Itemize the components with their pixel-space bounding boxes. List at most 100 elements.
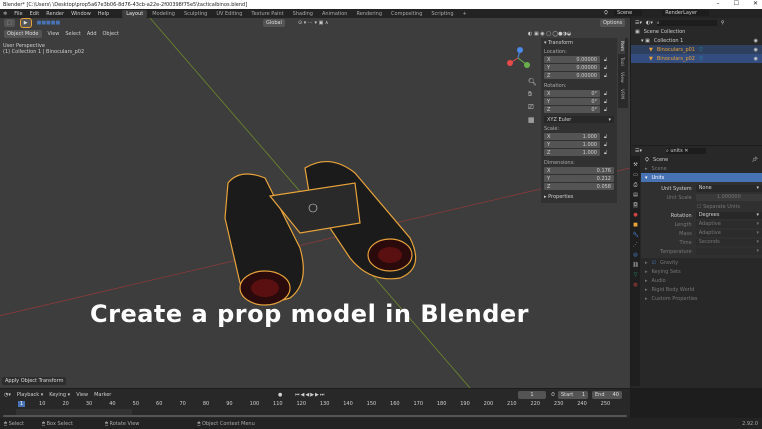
filter-icon[interactable]: ◐▾ (646, 20, 653, 26)
location-z-field[interactable]: Z 0.00000 (544, 72, 600, 79)
data-tab-icon[interactable]: ▽ (634, 272, 638, 278)
transform-section-header[interactable]: ▾ Transform (544, 40, 614, 46)
editor-type-icon[interactable]: ◔▾ (4, 392, 11, 398)
tab-shading[interactable]: Shading (289, 10, 317, 18)
lock-icon[interactable]: 🔓︎ (604, 91, 607, 97)
lock-icon[interactable]: 🔓︎ (604, 99, 607, 105)
menu-playback[interactable]: Playback ▾ (17, 392, 43, 398)
menu-file[interactable]: File (14, 11, 22, 17)
properties-search[interactable]: ⌕ units ✕ (666, 147, 706, 154)
lock-icon[interactable]: 🔓︎ (604, 150, 607, 156)
constraints-tab-icon[interactable]: ⛓ (632, 262, 638, 268)
rotation-z-field[interactable]: Z 0° (544, 106, 600, 113)
frame-ruler[interactable]: 1 10 20 30 40 50 60 70 80 90 100 110 120 130 140 150 160… (0, 401, 630, 409)
menu-help[interactable]: Help (98, 11, 109, 17)
scene-selector[interactable]: Scene (614, 10, 643, 16)
temperature-dropdown[interactable]: ▾ (695, 247, 762, 255)
selection-mode-icons[interactable]: ■■■■■ (37, 20, 61, 26)
shading-mode-icons[interactable]: ◐ ▣ ◉ ▢ ◯●◑◒ (528, 31, 571, 37)
tab-view[interactable]: View (618, 69, 625, 86)
dimensions-x-field[interactable]: X 0.176 (544, 167, 614, 174)
length-dropdown[interactable]: Adaptive ▾ (695, 220, 762, 228)
render-tab-icon[interactable]: ▭ (633, 172, 638, 178)
separate-units-checkbox[interactable]: ☐ Separate Units (697, 204, 740, 210)
unit-scale-field[interactable]: 1.000000 (695, 193, 762, 201)
section-keying-sets[interactable]: ▸ Keying Sets (641, 267, 762, 276)
view-layer-tab-icon[interactable]: ▤ (633, 192, 638, 198)
menu-window[interactable]: Window (71, 11, 91, 17)
pivot-snap-icons[interactable]: ⊙ ▾ ⋯ ▾ ▣ ∧ (298, 20, 329, 26)
mass-dropdown[interactable]: Adaptive ▾ (695, 229, 762, 237)
outliner-search[interactable]: ⌕ (656, 19, 717, 26)
lock-icon[interactable]: 🔓︎ (604, 57, 607, 63)
view-layer-selector[interactable]: RenderLayer (662, 10, 710, 16)
outliner-item-binoculars-p02[interactable]: ▼ Binoculars_p02 ▽ ◉ (631, 54, 762, 63)
visibility-icon[interactable]: ◉ (754, 38, 762, 44)
object-tab-icon[interactable]: ■ (633, 222, 638, 228)
pin-icon[interactable]: 📌︎ (752, 157, 762, 163)
editor-type-icon[interactable]: ☰▾ (635, 148, 642, 154)
menu-select[interactable]: Select (65, 31, 80, 37)
tab-layout[interactable]: Layout (122, 9, 148, 18)
location-x-field[interactable]: X 0.00000 (544, 56, 600, 63)
minimize-button[interactable]: – (717, 0, 720, 7)
playback-controls[interactable]: ⏮◀◀▶▶⏭ (295, 392, 325, 398)
stopwatch-icon[interactable]: ⏱ (551, 392, 555, 398)
lock-icon[interactable]: 🔓︎ (604, 134, 607, 140)
unit-system-dropdown[interactable]: None ▾ (695, 184, 762, 192)
add-workspace-button[interactable]: + (459, 10, 471, 18)
scene-collection-row[interactable]: ▣ Scene Collection (631, 27, 762, 36)
rotation-y-field[interactable]: Y 0° (544, 98, 600, 105)
collection-row[interactable]: ▾ ▣ Collection 1 ◉ (631, 36, 762, 45)
menu-keying[interactable]: Keying ▾ (49, 392, 70, 398)
display-mode-icon[interactable]: ☰▾ (635, 20, 642, 26)
modifier-tab-icon[interactable]: 🔧︎ (632, 232, 638, 238)
editor-type-icon[interactable]: ⬚ (4, 19, 15, 27)
lock-icon[interactable]: 🔓︎ (604, 65, 607, 71)
menu-render[interactable]: Render (46, 11, 64, 17)
section-rigid-body-world[interactable]: ▸ Rigid Body World (641, 285, 762, 294)
section-scene[interactable]: ▸ Scene (641, 164, 762, 173)
tab-rendering[interactable]: Rendering (352, 10, 386, 18)
properties-section-header[interactable]: ▸ Properties (544, 194, 614, 200)
visibility-icon[interactable]: ◉ (754, 56, 762, 62)
dimensions-z-field[interactable]: Z 0.058 (544, 183, 614, 190)
world-tab-icon[interactable]: ● (633, 212, 637, 218)
menu-edit[interactable]: Edit (30, 11, 40, 17)
select-tool-icon[interactable]: ▶ (19, 18, 32, 28)
current-frame-field[interactable]: 1 (518, 390, 546, 399)
tool-tab-icon[interactable]: ⚒ (633, 162, 637, 168)
rotation-mode-dropdown[interactable]: XYZ Euler ▾ (544, 116, 614, 123)
menu-view[interactable]: View (76, 392, 88, 398)
tab-vrm[interactable]: VRM (618, 86, 625, 102)
tab-tool[interactable]: Tool (618, 54, 625, 69)
time-dropdown[interactable]: Seconds ▾ (695, 238, 762, 246)
dimensions-y-field[interactable]: Y 0.212 (544, 175, 614, 182)
camera-icon[interactable]: ⎚ (528, 103, 537, 112)
scale-x-field[interactable]: X 1.000 (544, 133, 600, 140)
transform-orientation-dropdown[interactable]: Global (263, 19, 285, 27)
lock-icon[interactable]: 🔓︎ (604, 73, 607, 79)
tab-animation[interactable]: Animation (318, 10, 352, 18)
visibility-icon[interactable]: ◉ (754, 47, 762, 53)
menu-add[interactable]: Add (87, 31, 97, 37)
current-frame-indicator[interactable]: 1 (18, 401, 26, 407)
material-tab-icon[interactable]: ◍ (633, 282, 637, 288)
rotation-x-field[interactable]: X 0° (544, 90, 600, 97)
object-mode-dropdown[interactable]: Object Mode (4, 30, 42, 38)
output-tab-icon[interactable]: ⎙ (633, 182, 637, 188)
lock-icon[interactable]: 🔓︎ (604, 142, 607, 148)
last-operator-panel[interactable]: Apply Object Transform (2, 377, 67, 385)
section-units[interactable]: ▾ Units (641, 173, 762, 182)
rotation-units-dropdown[interactable]: Degrees ▾ (695, 211, 762, 219)
blender-logo-icon[interactable]: ✲ (3, 11, 7, 17)
section-audio[interactable]: ▸ Audio (641, 276, 762, 285)
menu-marker[interactable]: Marker (94, 392, 111, 398)
scene-tab-icon[interactable]: ⛭ (633, 202, 638, 208)
tab-compositing[interactable]: Compositing (387, 10, 426, 18)
scale-y-field[interactable]: Y 1.000 (544, 141, 600, 148)
end-frame-field[interactable]: End 40 (592, 390, 622, 399)
3d-viewport[interactable]: ⬚ ▶ ■■■■■ Global ⊙ ▾ ⋯ ▾ ▣ ∧ Options Obj… (0, 18, 630, 388)
physics-tab-icon[interactable]: ◎ (633, 252, 637, 258)
close-button[interactable]: ✕ (753, 0, 758, 7)
